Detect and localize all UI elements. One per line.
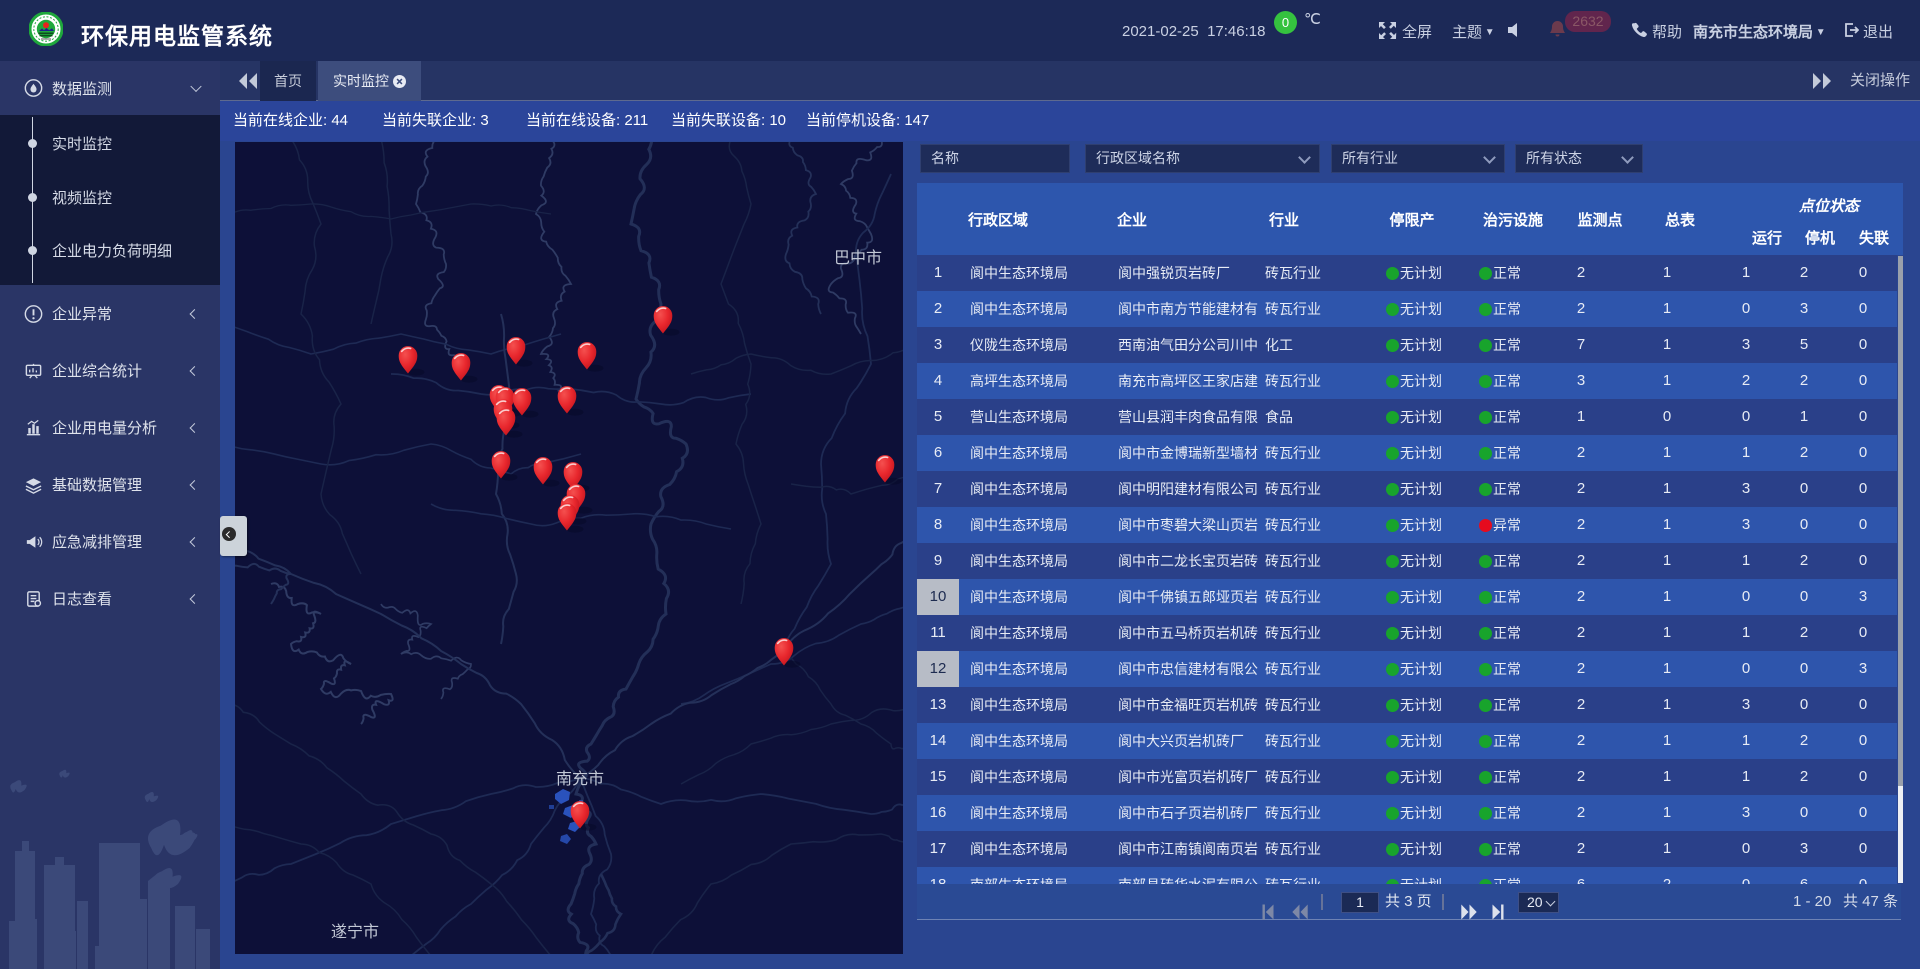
svg-text:遂宁市: 遂宁市 <box>331 923 379 941</box>
svg-text:巴中市: 巴中市 <box>834 249 882 267</box>
svg-text:南充市: 南充市 <box>556 770 604 788</box>
